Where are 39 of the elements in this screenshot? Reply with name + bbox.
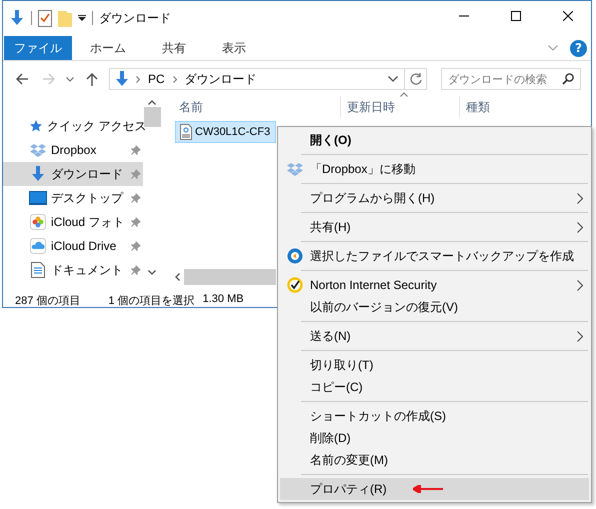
file-tab[interactable]: ファイル <box>4 36 72 60</box>
menu-item[interactable]: 名前の変更(M) <box>280 449 589 471</box>
window-title: ダウンロード <box>99 10 171 26</box>
menu-item[interactable]: 「Dropbox」に移動 <box>280 158 589 180</box>
file-row[interactable]: CW30L1C-CF3 <box>175 121 276 143</box>
menu-item[interactable]: 削除(D) <box>280 427 589 449</box>
ribbon-tab[interactable]: ホーム <box>72 36 144 60</box>
sidebar-item[interactable]: ドキュメント <box>3 258 143 282</box>
breadcrumb[interactable]: ダウンロード <box>182 70 259 88</box>
menu-item[interactable]: ショートカットの作成(S) <box>280 405 589 427</box>
column-header[interactable]: 更新日時 <box>340 96 459 118</box>
menu-item[interactable]: 開く(O) <box>280 129 589 151</box>
sidebar-item[interactable]: Dropbox <box>3 138 143 162</box>
sidebar-item[interactable]: iCloud フォト <box>3 210 143 234</box>
sidebar-item[interactable]: クイック アクセス <box>3 114 143 138</box>
ribbon-tab[interactable]: 表示 <box>204 36 264 60</box>
menu-item[interactable]: Norton Internet Security <box>280 274 589 296</box>
menu-item[interactable]: 選択したファイルでスマートバックアップを作成 <box>280 245 589 267</box>
column-header[interactable]: 種類 <box>459 96 591 118</box>
menu-item[interactable]: 共有(H) <box>280 216 589 238</box>
help-button[interactable]: ? <box>570 40 587 56</box>
breadcrumb[interactable]: PC <box>146 72 167 86</box>
menu-item[interactable]: 切り取り(T) <box>280 354 589 376</box>
menu-item[interactable]: 以前のバージョンの復元(V) <box>280 296 589 318</box>
sidebar-item[interactable]: デスクトップ <box>3 186 143 210</box>
column-header[interactable]: 名前 <box>175 96 340 118</box>
selection-count: 1 個の項目を選択 <box>108 294 195 308</box>
search-field[interactable]: ダウンロードの検索 <box>441 68 581 90</box>
menu-item[interactable]: コピー(C) <box>280 376 589 398</box>
menu-item[interactable]: プログラムから開く(H) <box>280 187 589 209</box>
file-name: CW30L1C-CF3 <box>195 126 270 138</box>
selection-size: 1.30 MB <box>202 292 244 306</box>
menu-item[interactable]: プロパティ(R) <box>280 478 589 500</box>
sidebar-item[interactable]: iCloud Drive <box>3 234 143 258</box>
address-bar[interactable]: PC ダウンロード <box>109 68 427 90</box>
ribbon-tab[interactable]: 共有 <box>144 36 204 60</box>
item-count: 287 個の項目 <box>15 294 80 308</box>
sidebar-item[interactable]: ダウンロード <box>3 162 143 186</box>
menu-item[interactable]: 送る(N) <box>280 325 589 347</box>
